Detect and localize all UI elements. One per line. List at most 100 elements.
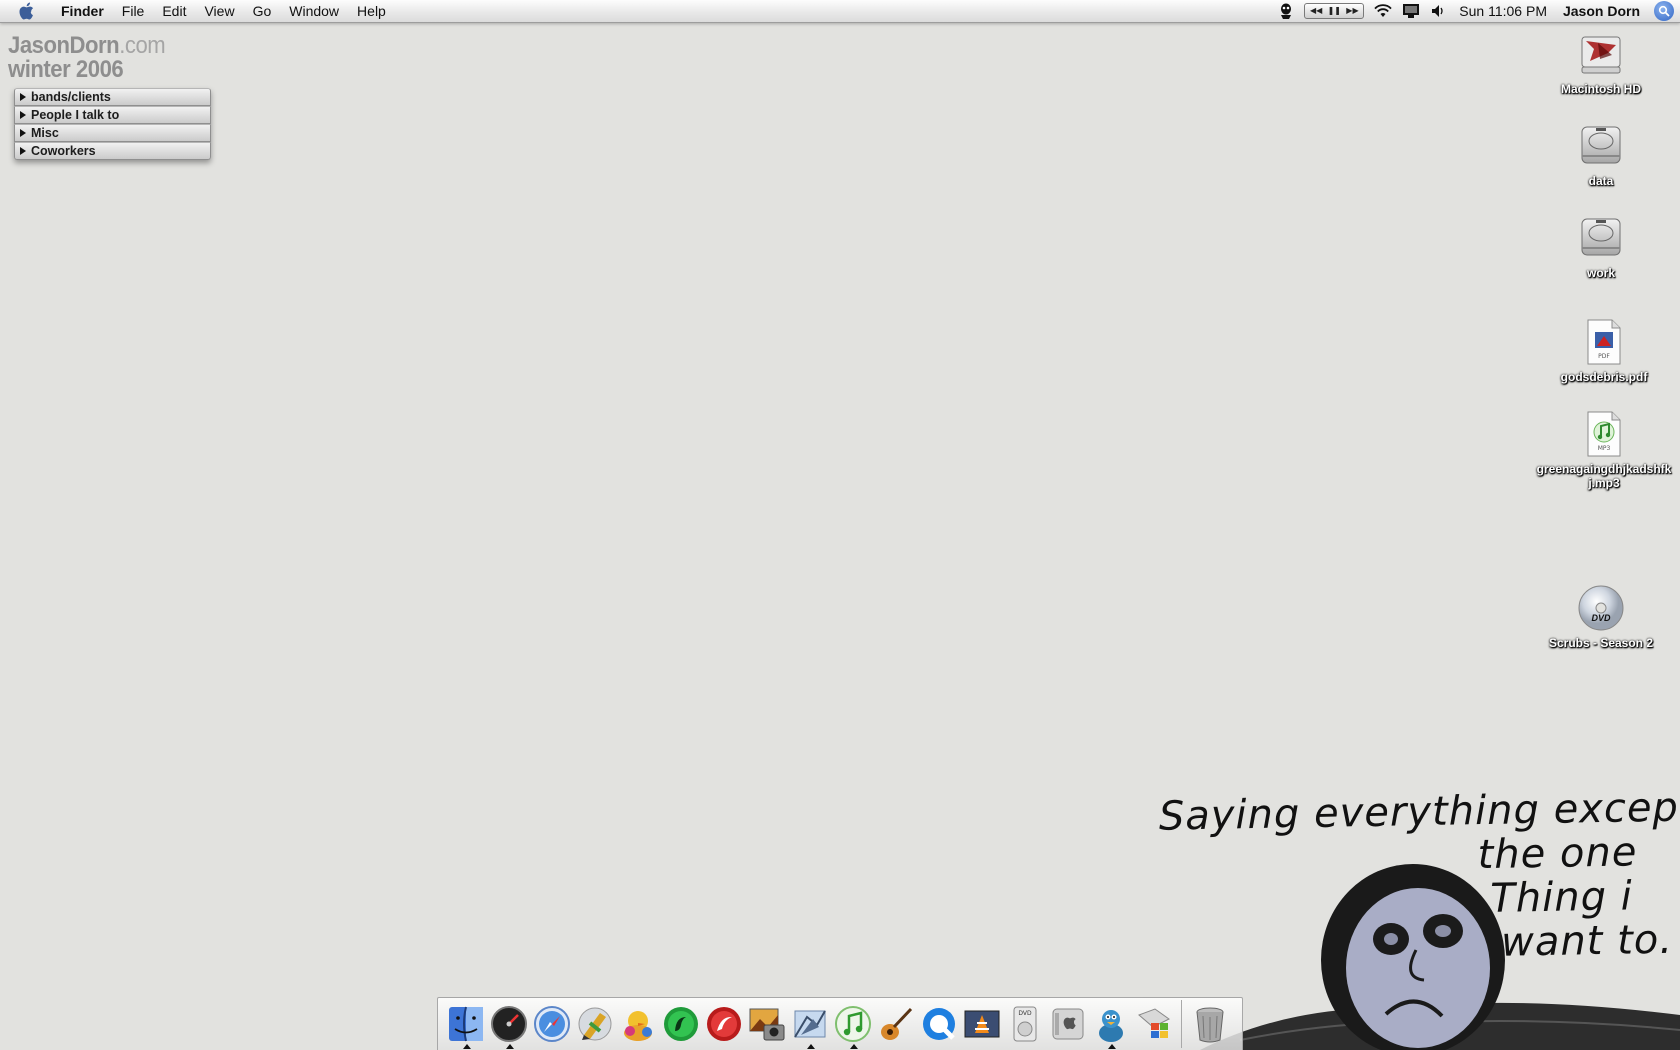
safari-icon [533,1006,570,1042]
dock-pencil-app[interactable] [573,1001,616,1047]
dvd-icon[interactable]: DVD [1575,582,1627,634]
disclosure-triangle-icon[interactable] [20,129,26,137]
dock-adium[interactable] [616,1001,659,1047]
spotlight-icon[interactable] [1654,1,1674,21]
menu-help[interactable]: Help [348,0,395,22]
menu-edit[interactable]: Edit [153,0,195,22]
itunes-icon [834,1006,871,1042]
widget-item-label: Coworkers [31,144,96,158]
desktop-icon-label: greenagaingdhjkadshfkj.mp3 [1536,462,1672,490]
widget-item-label: bands/clients [31,90,111,104]
menu-window[interactable]: Window [280,0,348,22]
widget-item-label: People I talk to [31,108,120,122]
pencil-art-app-icon [578,1007,611,1041]
trash-icon [1196,1007,1223,1043]
previous-track-icon[interactable]: ◀◀ [1310,4,1322,18]
running-indicator-icon [1108,1044,1116,1049]
desktop-icon-mp3[interactable]: MP3 greenagaingdhjkadshfkj.mp3 [1529,408,1679,490]
dvd-player-icon: DVD [1013,1006,1036,1042]
green-app-icon [663,1007,698,1041]
itunes-transport-control[interactable]: ◀◀ ❚❚ ▶▶ [1299,0,1369,22]
menubar-clock[interactable]: Sun 11:06 PM [1451,3,1555,19]
desktop-icon-scrubs-dvd[interactable]: DVD Scrubs - Season 2 [1526,582,1676,650]
mp3-file-icon[interactable]: MP3 [1578,408,1630,460]
hard-drive-icon[interactable] [1575,28,1627,80]
script-menu-icon[interactable] [1273,0,1299,22]
desktop-icon-label: godsdebris.pdf [1560,370,1648,384]
desktop-icon-label: Scrubs - Season 2 [1548,636,1654,650]
disclosure-triangle-icon[interactable] [20,147,26,155]
hard-drive-icon[interactable] [1575,120,1627,172]
site-links-widget: JasonDorn.com winter 2006 bands/clients … [8,34,213,160]
dock-iphoto[interactable] [745,1001,788,1047]
dock-quicktime[interactable] [917,1001,960,1047]
widget-item-coworkers[interactable]: Coworkers [14,142,211,160]
desktop-icon-work[interactable]: work [1526,212,1676,280]
hard-drive-icon[interactable] [1575,212,1627,264]
dashboard-icon [490,1006,527,1042]
running-indicator-icon [463,1044,471,1049]
disclosure-triangle-icon[interactable] [20,93,26,101]
dock-safari[interactable] [530,1001,573,1047]
dock-green-app[interactable] [659,1001,702,1047]
apple-icon[interactable] [14,0,38,22]
disclosure-triangle-icon[interactable] [20,111,26,119]
red-app-icon [706,1007,741,1041]
widget-item-label: Misc [31,126,59,140]
menu-bar: Finder File Edit View Go Window Help ◀◀ … [0,0,1680,23]
display-icon[interactable] [1397,0,1425,22]
mail-icon [793,1010,826,1038]
dock-red-app[interactable] [702,1001,745,1047]
quicktime-icon [922,1008,955,1040]
desktop-icon-label: Macintosh HD [1560,82,1641,96]
system-preferences-icon [1052,1008,1083,1040]
pdf-file-icon[interactable]: PDF [1578,316,1630,368]
svg-text:PDF: PDF [1598,353,1610,360]
widget-subtitle: winter 2006 [8,56,124,83]
dock-trash[interactable] [1188,1001,1231,1047]
dock-mail[interactable] [788,1001,831,1049]
svg-text:MP3: MP3 [1598,445,1611,452]
dock-cyberduck[interactable] [1089,1001,1132,1049]
pause-icon[interactable]: ❚❚ [1328,4,1341,18]
user-account-menu[interactable]: Jason Dorn [1555,3,1648,19]
menu-finder[interactable]: Finder [52,0,113,22]
iphoto-icon [749,1008,784,1041]
desktop-icon-godsdebris-pdf[interactable]: PDF godsdebris.pdf [1529,316,1679,384]
dock-finder[interactable] [444,1001,487,1049]
dock-garageband[interactable] [874,1001,917,1047]
widget-title: JasonDorn.com [8,34,197,58]
widget-title-suffix: .com [119,32,166,59]
garageband-icon [880,1007,912,1040]
desktop-icon-data[interactable]: data [1526,120,1676,188]
menu-go[interactable]: Go [244,0,281,22]
next-track-icon[interactable]: ▶▶ [1346,4,1358,18]
dock-windows-app[interactable] [1132,1001,1175,1047]
windows-app-icon [1137,1008,1170,1038]
desktop-icon-macintosh-hd[interactable]: Macintosh HD [1526,28,1676,96]
widget-item-people[interactable]: People I talk to [14,106,211,124]
dock-system-preferences[interactable] [1046,1001,1089,1047]
widget-list: bands/clients People I talk to Misc Cowo… [14,88,211,160]
widget-item-bands-clients[interactable]: bands/clients [14,88,211,106]
running-indicator-icon [807,1044,815,1049]
menu-file[interactable]: File [113,0,154,22]
cyberduck-icon [1098,1010,1123,1042]
svg-text:DVD: DVD [1591,613,1611,623]
wifi-icon[interactable] [1369,0,1397,22]
dock-dashboard[interactable] [487,1001,530,1049]
desktop-icon-label: data [1588,174,1614,188]
running-indicator-icon [506,1044,514,1049]
dock-separator [1181,1000,1182,1048]
dock-itunes[interactable] [831,1001,874,1049]
volume-icon[interactable] [1425,0,1451,22]
widget-title-main: JasonDorn [8,32,120,59]
dock-dvd-player[interactable]: DVD [1003,1001,1046,1047]
menu-view[interactable]: View [195,0,243,22]
dock-vlc[interactable] [960,1001,1003,1047]
svg-text:DVD: DVD [1018,1010,1032,1017]
dock: DVD [437,997,1243,1050]
desktop-icon-label: work [1586,266,1615,280]
caption-line: want to. [1500,916,1674,966]
widget-item-misc[interactable]: Misc [14,124,211,142]
